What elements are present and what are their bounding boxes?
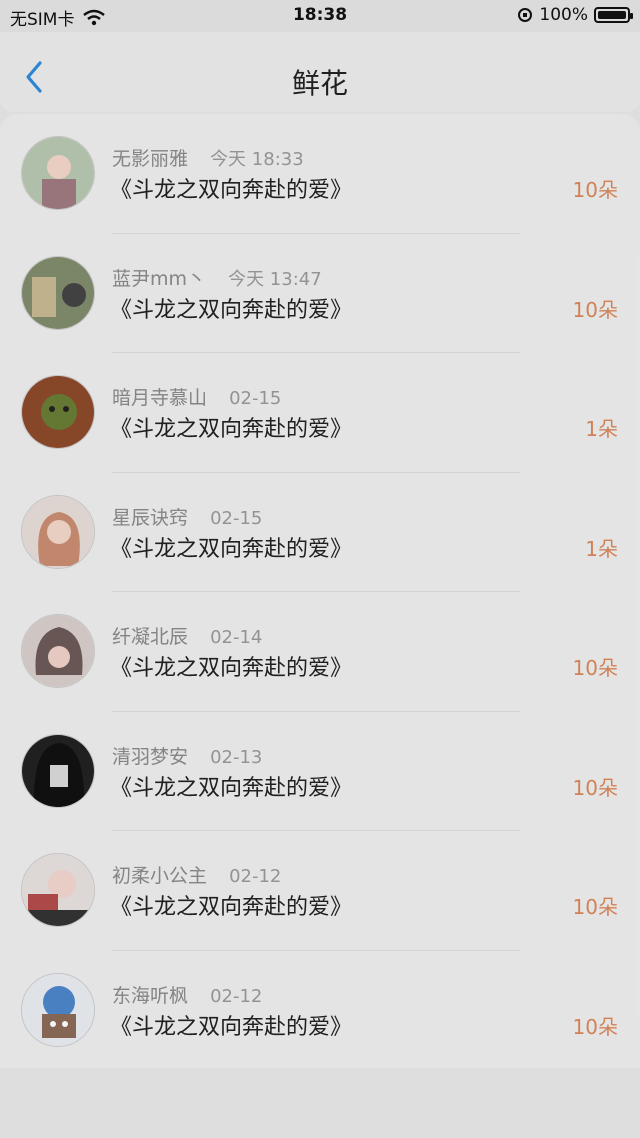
- avatar[interactable]: [21, 494, 95, 569]
- user-name: 纤凝北辰: [112, 626, 189, 648]
- user-name: 无影丽雅: [112, 148, 189, 170]
- flower-count: 10朵: [572, 895, 618, 919]
- list-item[interactable]: 清羽梦安 02-13 《斗龙之双向奔赴的爱》 10朵: [0, 712, 640, 831]
- avatar[interactable]: [21, 255, 95, 330]
- page-title: 鲜花: [291, 67, 348, 100]
- timestamp: 02-12: [229, 866, 282, 887]
- book-title[interactable]: 《斗龙之双向奔赴的爱》: [110, 650, 352, 682]
- flower-count: 10朵: [572, 1014, 618, 1039]
- user-name: 清羽梦安: [112, 745, 189, 768]
- user-name: 星辰诀窍: [112, 506, 189, 529]
- list-item[interactable]: 纤凝北辰 02-14 《斗龙之双向奔赴的爱》 10朵: [0, 592, 640, 712]
- timestamp: 02-14: [210, 627, 263, 648]
- battery-icon: [594, 7, 633, 23]
- flower-count: 10朵: [572, 656, 618, 680]
- item-meta: 清羽梦安 02-13: [112, 742, 262, 769]
- item-meta: 东海听枫 02-12: [112, 981, 262, 1008]
- list-item[interactable]: 初柔小公主 02-12 《斗龙之双向奔赴的爱》 10朵: [0, 831, 640, 951]
- timestamp: 02-13: [210, 746, 263, 768]
- user-name: 暗月寺慕山: [112, 387, 208, 409]
- book-title[interactable]: 《斗龙之双向奔赴的爱》: [110, 172, 352, 204]
- list-item[interactable]: 无影丽雅 今天 18:33 《斗龙之双向奔赴的爱》 10朵: [0, 114, 640, 234]
- timestamp: 今天 13:47: [228, 268, 322, 290]
- flower-count: 1朵: [585, 536, 618, 561]
- timestamp: 02-12: [210, 985, 263, 1007]
- flower-count: 1朵: [585, 417, 618, 441]
- item-meta: 蓝尹mm丶 今天 13:47: [112, 264, 322, 291]
- avatar[interactable]: [21, 136, 95, 210]
- book-title[interactable]: 《斗龙之双向奔赴的爱》: [110, 889, 352, 921]
- user-name: 东海听枫: [112, 984, 189, 1007]
- book-title[interactable]: 《斗龙之双向奔赴的爱》: [110, 1009, 352, 1041]
- user-name: 蓝尹mm丶: [112, 267, 207, 290]
- list-item[interactable]: 星辰诀窍 02-15 《斗龙之双向奔赴的爱》 1朵: [0, 473, 640, 592]
- flower-count: 10朵: [572, 775, 618, 800]
- user-name: 初柔小公主: [112, 865, 208, 887]
- timestamp: 02-15: [210, 507, 263, 529]
- flower-count: 10朵: [572, 297, 618, 322]
- status-bar: 无SIM卡 18:38 100%: [0, 0, 640, 32]
- book-title[interactable]: 《斗龙之双向奔赴的爱》: [110, 770, 352, 802]
- avatar[interactable]: [21, 614, 95, 688]
- timestamp: 02-15: [229, 388, 282, 409]
- nav-bar: 鲜花: [0, 32, 640, 112]
- item-meta: 初柔小公主 02-12: [112, 861, 281, 888]
- battery-level: [598, 11, 626, 19]
- avatar[interactable]: [21, 972, 95, 1047]
- item-meta: 无影丽雅 今天 18:33: [112, 144, 304, 171]
- avatar[interactable]: [21, 733, 95, 808]
- avatar[interactable]: [21, 853, 95, 927]
- item-meta: 纤凝北辰 02-14: [112, 622, 262, 649]
- item-meta: 星辰诀窍 02-15: [112, 503, 262, 530]
- timestamp: 今天 18:33: [210, 149, 304, 170]
- avatar[interactable]: [21, 375, 95, 449]
- book-title[interactable]: 《斗龙之双向奔赴的爱》: [110, 531, 352, 563]
- book-title[interactable]: 《斗龙之双向奔赴的爱》: [110, 411, 352, 443]
- list-item[interactable]: 暗月寺慕山 02-15 《斗龙之双向奔赴的爱》 1朵: [0, 353, 640, 473]
- list-item[interactable]: 蓝尹mm丶 今天 13:47 《斗龙之双向奔赴的爱》 10朵: [0, 234, 640, 353]
- list-item[interactable]: 东海听枫 02-12 《斗龙之双向奔赴的爱》 10朵: [0, 951, 640, 1071]
- flower-list: 无影丽雅 今天 18:33 《斗龙之双向奔赴的爱》 10朵 蓝尹mm丶 今天 1…: [0, 114, 640, 1068]
- rotation-lock-icon: [518, 8, 533, 22]
- item-meta: 暗月寺慕山 02-15: [112, 383, 281, 410]
- book-title[interactable]: 《斗龙之双向奔赴的爱》: [110, 292, 352, 324]
- status-right: 100%: [517, 5, 633, 25]
- battery-percent: 100%: [539, 5, 588, 25]
- flower-count: 10朵: [572, 178, 618, 202]
